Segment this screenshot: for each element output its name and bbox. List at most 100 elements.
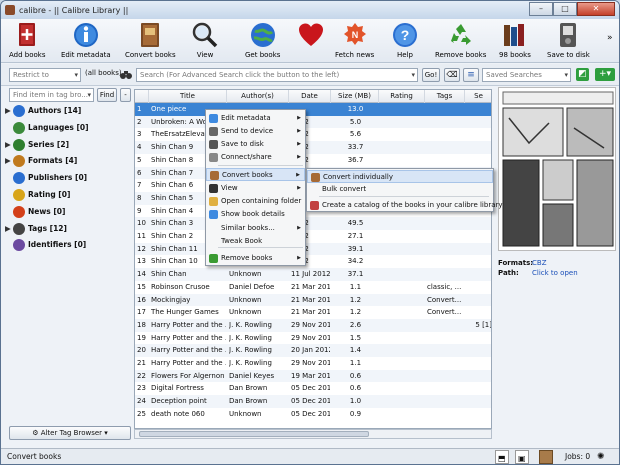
context-menu-item[interactable]: Remove books ▶ xyxy=(206,252,305,265)
table-cell: 1.0 xyxy=(349,397,362,406)
save-search-button[interactable]: ◩ xyxy=(576,68,589,81)
table-row[interactable]: 4Shin Chan 9201233.7 xyxy=(135,141,491,154)
expand-arrow-icon[interactable]: ▶ xyxy=(5,103,13,119)
convert-books-button[interactable]: Convert books xyxy=(125,21,176,59)
column-header-6[interactable]: Tags xyxy=(425,90,465,103)
table-row[interactable]: 16 Mockingjay Unknown 21 Mar 2012 1.2 Convert… xyxy=(135,293,491,307)
context-menu-item[interactable]: Save to disk ▶ xyxy=(206,138,305,151)
table-row[interactable]: 18 Harry Potter and the ... J. K. Rowling 2… xyxy=(135,318,491,332)
context-menu-item[interactable]: Open containing folder xyxy=(206,195,305,208)
table-row[interactable]: 2Unbroken: A Worl20125.0 xyxy=(135,115,491,129)
table-row[interactable]: 24 Deception point Dan Brown 05 Dec 2011 1.0 xyxy=(135,395,491,408)
tag-editor-button[interactable]: ⬒ xyxy=(495,450,509,464)
expand-arrow-icon[interactable]: ▶ xyxy=(5,153,13,169)
table-row[interactable]: 15 Robinson Crusoe Daniel Defoe 21 Mar 2012… xyxy=(135,281,491,294)
saved-searches-dropdown[interactable]: Saved Searches xyxy=(482,68,571,82)
table-row[interactable]: 13Shin Chan 10201234.2 xyxy=(135,255,491,268)
help-button[interactable]: ? Help xyxy=(391,21,419,59)
remove-books-button[interactable]: Remove books xyxy=(435,21,486,59)
tag-category-6[interactable]: News [0] xyxy=(5,204,65,220)
table-cell: 4 xyxy=(137,143,142,152)
context-menu-item[interactable]: Show book details xyxy=(206,208,305,221)
table-row[interactable]: 1One piece…13.0 xyxy=(135,103,491,116)
context-menu-item[interactable]: Connect/share ▶ xyxy=(206,151,305,164)
table-row[interactable]: 21 Harry Potter and the ... J. K. Rowling 2… xyxy=(135,357,491,370)
search-input[interactable]: Search (For Advanced Search click the bu… xyxy=(136,68,418,82)
table-row[interactable]: 11Shin Chan 2201227.1 xyxy=(135,230,491,243)
tag-category-4[interactable]: Publishers [0] xyxy=(5,170,87,186)
path-link[interactable]: Click to open xyxy=(532,269,578,277)
column-header-0[interactable] xyxy=(135,90,149,103)
fetch-news-button[interactable]: N Fetch news xyxy=(335,21,374,59)
column-header-3[interactable]: Date xyxy=(289,90,331,103)
tag-category-5[interactable]: Rating [0] xyxy=(5,187,70,203)
table-row[interactable]: 23 Digital Fortress Dan Brown 05 Dec 2011 0.… xyxy=(135,382,491,395)
expand-arrow-icon[interactable]: ▶ xyxy=(5,221,13,237)
layout-button[interactable]: ▣ xyxy=(515,450,529,464)
manage-saved-searches-button[interactable]: +▾ xyxy=(595,68,615,81)
table-row[interactable]: 3TheErsatzElevator20125.6 xyxy=(135,128,491,141)
donate-button[interactable] xyxy=(297,21,325,51)
context-menu-item[interactable]: Similar books... ▶ xyxy=(206,222,305,235)
context-menu-item[interactable]: View ▶ xyxy=(206,182,305,195)
get-books-button[interactable]: Get books xyxy=(245,21,280,59)
table-row[interactable]: 20 Harry Potter and the ... J. K. Rowling 2… xyxy=(135,344,491,357)
scrollbar-thumb[interactable] xyxy=(139,431,369,437)
tag-category-7[interactable]: ▶ Tags [12] xyxy=(5,221,67,237)
view-button[interactable]: View xyxy=(191,21,219,59)
table-row[interactable]: 25 death note 060 Unknown 05 Dec 2011 0.9 xyxy=(135,408,491,421)
cover-grid-button[interactable] xyxy=(539,450,553,464)
library-button[interactable]: 98 books xyxy=(499,21,531,59)
tag-category-1[interactable]: Languages [0] xyxy=(5,120,89,136)
jobs-count[interactable]: Jobs: 0 xyxy=(565,449,590,464)
context-menu-item[interactable]: Edit metadata ▶ xyxy=(206,112,305,125)
convert-submenu-item[interactable]: Convert individually xyxy=(307,170,493,183)
expand-arrow-icon[interactable]: ▶ xyxy=(5,137,13,153)
close-button[interactable]: ✕ xyxy=(577,2,615,16)
minimize-button[interactable]: – xyxy=(529,2,553,16)
status-bar: Convert books ⬒ ▣ Jobs: 0 ✺ xyxy=(1,448,619,464)
table-cell: Unknown xyxy=(229,295,262,304)
go-button[interactable]: Go! xyxy=(422,68,440,82)
find-tag-input[interactable]: Find item in tag bro... xyxy=(9,88,94,102)
table-row[interactable]: 14 Shin Chan Unknown 11 Jul 2012 37.1 xyxy=(135,268,491,281)
category-icon xyxy=(13,155,25,168)
table-row[interactable]: 19 Harry Potter and the ... J. K. Rowling 2… xyxy=(135,332,491,345)
device-icon xyxy=(209,127,218,136)
advanced-search-button[interactable] xyxy=(120,69,132,80)
column-header-5[interactable]: Rating xyxy=(379,90,425,103)
alter-tag-browser-button[interactable]: ⚙ Alter Tag Browser ▾ xyxy=(9,426,131,440)
table-row[interactable]: 12Shin Chan 11201239.1 xyxy=(135,242,491,256)
tag-category-3[interactable]: ▶ Formats [4] xyxy=(5,153,77,169)
context-menu-item[interactable]: Convert books ▶ xyxy=(206,168,305,181)
convert-submenu-item[interactable]: Create a catalog of the books in your ca… xyxy=(307,199,503,212)
edit-metadata-button[interactable]: Edit metadata xyxy=(61,21,111,59)
tag-category-8[interactable]: Identifiers [0] xyxy=(5,237,86,253)
table-cell: 12 xyxy=(137,244,146,253)
context-menu-item[interactable]: Send to device ▶ xyxy=(206,125,305,138)
clear-search-button[interactable]: ⌫ xyxy=(444,68,460,82)
column-header-4[interactable]: Size (MB) xyxy=(331,90,379,103)
table-row[interactable]: 5Shin Chan 8201236.7 xyxy=(135,154,491,167)
column-header-2[interactable]: Author(s) xyxy=(227,90,289,103)
table-row[interactable]: 17 The Hunger Games Unknown 21 Mar 2012 1.2 C… xyxy=(135,306,491,319)
tag-category-2[interactable]: ▶ Series [2] xyxy=(5,137,69,153)
table-row[interactable]: 10Shin Chan 3201249.5 xyxy=(135,217,491,230)
column-layout-button[interactable]: ≡ xyxy=(463,68,479,82)
find-button[interactable]: Find xyxy=(97,88,117,102)
horizontal-scrollbar[interactable] xyxy=(134,429,492,439)
toolbar-more-button[interactable]: » xyxy=(607,33,613,43)
collapse-button[interactable]: - xyxy=(120,88,131,102)
column-header-1[interactable]: Title xyxy=(149,90,227,103)
tag-category-0[interactable]: ▶ Authors [14] xyxy=(5,103,81,119)
convert-submenu-item[interactable]: Bulk convert xyxy=(307,183,493,196)
table-row[interactable]: 22 Flowers For Algernon Daniel Keyes 19 Mar… xyxy=(135,369,491,383)
save-to-disk-button[interactable]: Save to disk xyxy=(547,21,590,59)
formats-link[interactable]: CBZ xyxy=(532,259,547,267)
table-cell: 3 xyxy=(137,130,142,139)
column-header-7[interactable]: Se xyxy=(465,90,491,103)
layout-icon: ▣ xyxy=(518,454,526,463)
maximize-button[interactable]: □ xyxy=(553,2,577,16)
restrict-to-dropdown[interactable]: Restrict to xyxy=(9,68,81,82)
add-books-button[interactable]: Add books xyxy=(9,21,46,59)
